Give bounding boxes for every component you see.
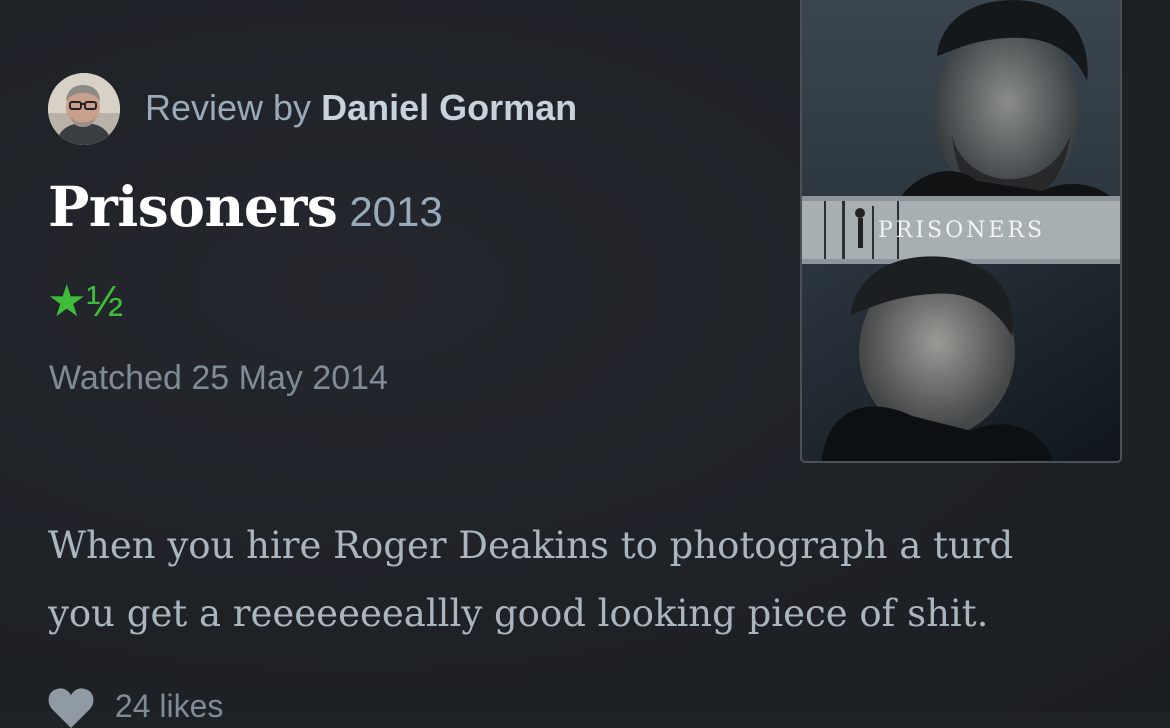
film-title-link[interactable]: Prisoners [48, 174, 338, 239]
watched-date: Watched 25 May 2014 [49, 359, 388, 397]
byline-prefix: Review by [145, 87, 312, 128]
star-rating: ★½ [47, 277, 124, 326]
poster-image: PRISONERS [802, 0, 1120, 461]
likes-row[interactable]: 24 likes [48, 688, 223, 728]
heart-icon[interactable] [48, 688, 94, 728]
poster-title-text: PRISONERS [878, 218, 1045, 243]
review-byline: Review by Daniel Gorman [145, 86, 577, 130]
avatar-photo-icon [48, 73, 120, 145]
review-body: When you hire Roger Deakins to photograp… [48, 524, 1014, 635]
film-poster[interactable]: PRISONERS [800, 0, 1122, 463]
reviewer-avatar[interactable] [48, 73, 120, 145]
film-heading: Prisoners 2013 [48, 174, 443, 239]
likes-count[interactable]: 24 likes [115, 688, 224, 724]
film-year-link[interactable]: 2013 [349, 188, 442, 235]
author-name-link[interactable]: Daniel Gorman [321, 87, 577, 128]
review-screen: Review by Daniel Gorman Prisoners 2013 ★½… [0, 0, 1170, 728]
